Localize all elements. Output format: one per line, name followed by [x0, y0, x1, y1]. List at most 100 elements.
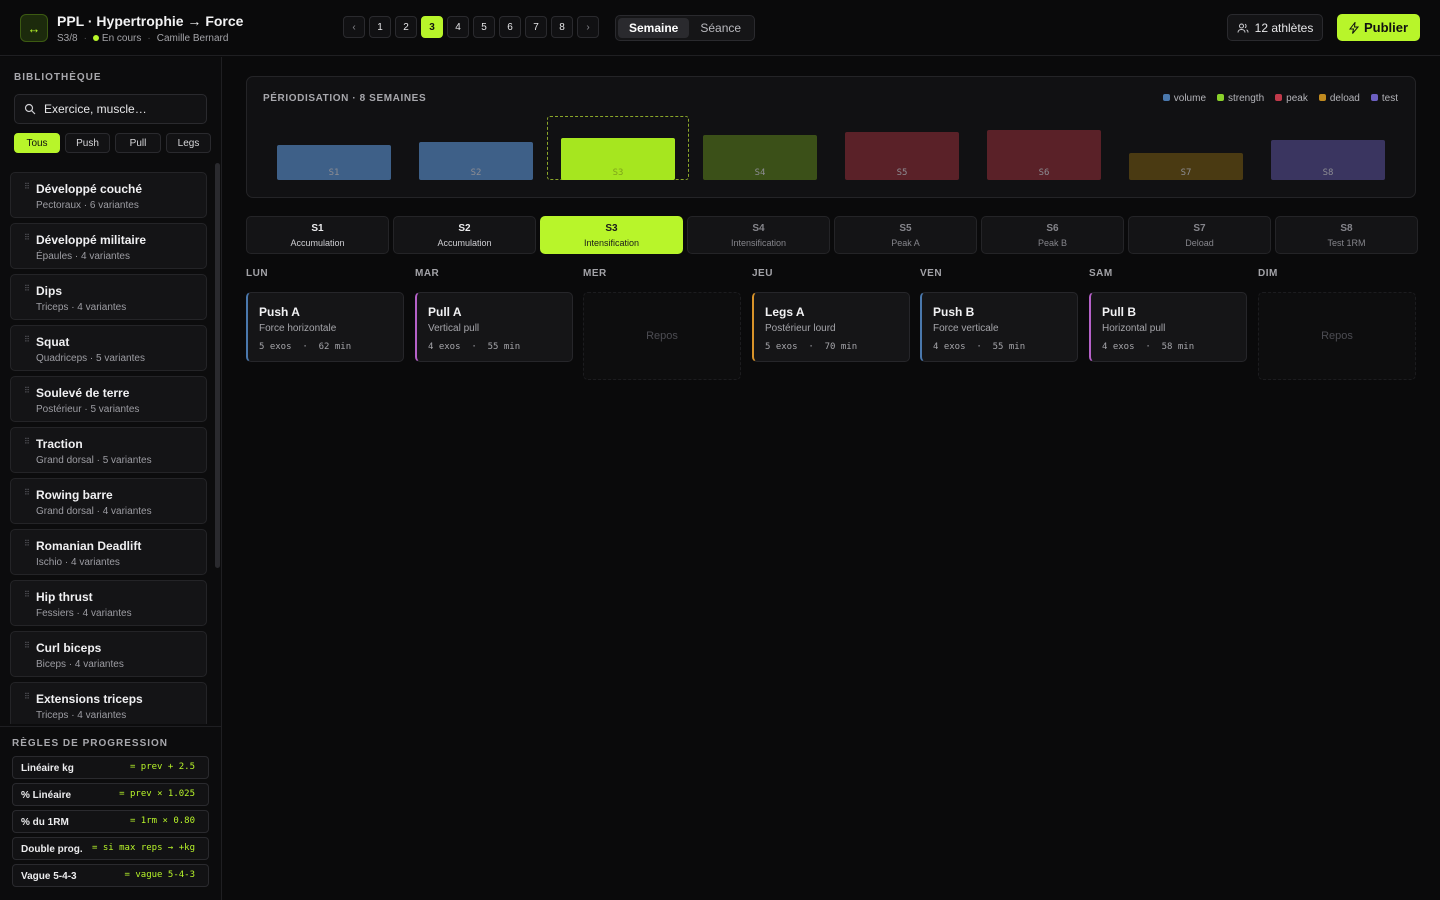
session-name: Push B	[933, 305, 975, 319]
filter-chip-pull[interactable]: Pull	[115, 133, 161, 153]
session-name: Pull A	[428, 305, 462, 319]
filter-chip-push[interactable]: Push	[65, 133, 110, 153]
exercise-item[interactable]: ⠿ Hip thrust Fessiers · 4 variantes	[10, 580, 207, 626]
progression-rule[interactable]: Double prog. = si max reps → +kg	[12, 837, 209, 860]
drag-handle-icon[interactable]: ⠿	[24, 336, 30, 344]
session-card[interactable]: Legs A Postérieur lourd 5 exos · 70 min	[752, 292, 910, 362]
exercise-name: Rowing barre	[36, 488, 113, 502]
progression-rule[interactable]: Vague 5-4-3 = vague 5-4-3	[12, 864, 209, 887]
week-tab-s5[interactable]: S5 Peak A	[834, 216, 977, 254]
drag-handle-icon[interactable]: ⠿	[24, 387, 30, 395]
view-option-session[interactable]: Séance	[689, 18, 752, 38]
exercise-details: Épaules · 4 variantes	[36, 251, 130, 262]
lightning-icon	[1348, 21, 1359, 34]
status-badge: En cours	[92, 33, 141, 44]
rule-name: Linéaire kg	[21, 763, 74, 774]
rule-formula: = 1rm × 0.80	[129, 816, 195, 826]
library-scrollbar[interactable]	[215, 163, 220, 568]
chart-bar-label: S6	[1038, 168, 1050, 178]
rule-name: Double prog.	[21, 844, 83, 855]
day-header-mar: MAR	[415, 268, 440, 279]
view-option-week[interactable]: Semaine	[618, 18, 690, 38]
exercise-name: Curl biceps	[36, 641, 102, 655]
exercise-details: Triceps · 4 variantes	[36, 710, 127, 721]
day-header-dim: DIM	[1258, 268, 1278, 279]
chart-bar-label: S5	[896, 168, 908, 178]
drag-handle-icon[interactable]: ⠿	[24, 540, 30, 548]
exercise-item[interactable]: ⠿ Développé couché Pectoraux · 6 variantes	[10, 172, 207, 218]
session-card[interactable]: Pull A Vertical pull 4 exos · 55 min	[415, 292, 573, 362]
session-card[interactable]: Pull B Horizontal pull 4 exos · 58 min	[1089, 292, 1247, 362]
week-phase: Deload	[1185, 238, 1214, 248]
pager-page-1[interactable]: 1	[369, 16, 391, 38]
exercise-name: Soulevé de terre	[36, 386, 130, 400]
pager-page-8[interactable]: 8	[551, 16, 573, 38]
pager-page-7[interactable]: 7	[525, 16, 547, 38]
progression-rule[interactable]: % du 1RM = 1rm × 0.80	[12, 810, 209, 833]
progression-rules-panel: RÈGLES DE PROGRESSION Linéaire kg = prev …	[0, 726, 221, 900]
rule-formula: = si max reps → +kg	[92, 843, 195, 853]
week-phase: Accumulation	[437, 238, 492, 248]
drag-handle-icon[interactable]: ⠿	[24, 438, 30, 446]
rule-formula: = prev × 1.025	[119, 789, 195, 799]
pager-next-button[interactable]: ›	[577, 16, 599, 38]
exercise-item[interactable]: ⠿ Curl biceps Biceps · 4 variantes	[10, 631, 207, 677]
exercise-item[interactable]: ⠿ Soulevé de terre Postérieur · 5 variante…	[10, 376, 207, 422]
progression-rule[interactable]: Linéaire kg = prev + 2.5	[12, 756, 209, 779]
exercise-item[interactable]: ⠿ Romanian Deadlift Ischio · 4 variantes	[10, 529, 207, 575]
week-tab-s7[interactable]: S7 Deload	[1128, 216, 1271, 254]
week-tab-s8[interactable]: S8 Test 1RM	[1275, 216, 1418, 254]
filter-chip-tous[interactable]: Tous	[14, 133, 60, 153]
session-focus: Postérieur lourd	[765, 323, 836, 334]
drag-handle-icon[interactable]: ⠿	[24, 234, 30, 242]
session-meta: 4 exos · 58 min	[1102, 342, 1195, 352]
session-card[interactable]: Push A Force horizontale 5 exos · 62 min	[246, 292, 404, 362]
week-number: S6	[1046, 223, 1059, 234]
pager-page-5[interactable]: 5	[473, 16, 495, 38]
week-tab-s2[interactable]: S2 Accumulation	[393, 216, 536, 254]
week-tab-s1[interactable]: S1 Accumulation	[246, 216, 389, 254]
publish-button[interactable]: Publier	[1337, 14, 1420, 41]
session-card[interactable]: Push B Force verticale 4 exos · 55 min	[920, 292, 1078, 362]
exercise-item[interactable]: ⠿ Extensions triceps Triceps · 4 variantes	[10, 682, 207, 724]
library-sidebar: BIBLIOTHÈQUE TousPushPullLegs ⠿ Développé…	[0, 57, 222, 900]
pager-page-4[interactable]: 4	[447, 16, 469, 38]
drag-handle-icon[interactable]: ⠿	[24, 489, 30, 497]
exercise-name: Traction	[36, 437, 83, 451]
exercise-item[interactable]: ⠿ Rowing barre Grand dorsal · 4 variantes	[10, 478, 207, 524]
session-meta: 5 exos · 62 min	[259, 342, 352, 352]
exercise-item[interactable]: ⠿ Développé militaire Épaules · 4 variante…	[10, 223, 207, 269]
week-progress: S3/8	[57, 33, 78, 44]
exercise-item[interactable]: ⠿ Dips Triceps · 4 variantes	[10, 274, 207, 320]
exercise-name: Squat	[36, 335, 70, 349]
week-tab-s3[interactable]: S3 Intensification	[540, 216, 683, 254]
week-number: S7	[1193, 223, 1206, 234]
exercise-item[interactable]: ⠿ Traction Grand dorsal · 5 variantes	[10, 427, 207, 473]
drag-handle-icon[interactable]: ⠿	[24, 693, 30, 701]
pager-page-6[interactable]: 6	[499, 16, 521, 38]
week-number: S4	[752, 223, 765, 234]
drag-handle-icon[interactable]: ⠿	[24, 591, 30, 599]
exercise-item[interactable]: ⠿ Squat Quadriceps · 5 variantes	[10, 325, 207, 371]
drag-handle-icon[interactable]: ⠿	[24, 285, 30, 293]
meta-separator: ·	[83, 33, 87, 44]
progression-rule[interactable]: % Linéaire = prev × 1.025	[12, 783, 209, 806]
coach-name: Camille Bernard	[156, 33, 229, 44]
rest-day-slot[interactable]: Repos	[1258, 292, 1416, 380]
search-input[interactable]	[44, 102, 194, 116]
pager-page-3[interactable]: 3	[421, 16, 443, 38]
program-title-block: PPL · Hypertrophie → Force S3/8 · En cou…	[57, 13, 243, 44]
chart-bar-label: S1	[328, 168, 340, 178]
filter-chip-legs[interactable]: Legs	[166, 133, 211, 153]
week-tab-s4[interactable]: S4 Intensification	[687, 216, 830, 254]
rule-name: % du 1RM	[21, 817, 69, 828]
drag-handle-icon[interactable]: ⠿	[24, 642, 30, 650]
pager-prev-button[interactable]: ‹	[343, 16, 365, 38]
program-title: PPL · Hypertrophie → Force	[57, 13, 244, 29]
meta-separator: ·	[147, 33, 151, 44]
athletes-button[interactable]: 12 athlètes	[1227, 14, 1323, 41]
drag-handle-icon[interactable]: ⠿	[24, 183, 30, 191]
week-tab-s6[interactable]: S6 Peak B	[981, 216, 1124, 254]
rest-day-slot[interactable]: Repos	[583, 292, 741, 380]
pager-page-2[interactable]: 2	[395, 16, 417, 38]
